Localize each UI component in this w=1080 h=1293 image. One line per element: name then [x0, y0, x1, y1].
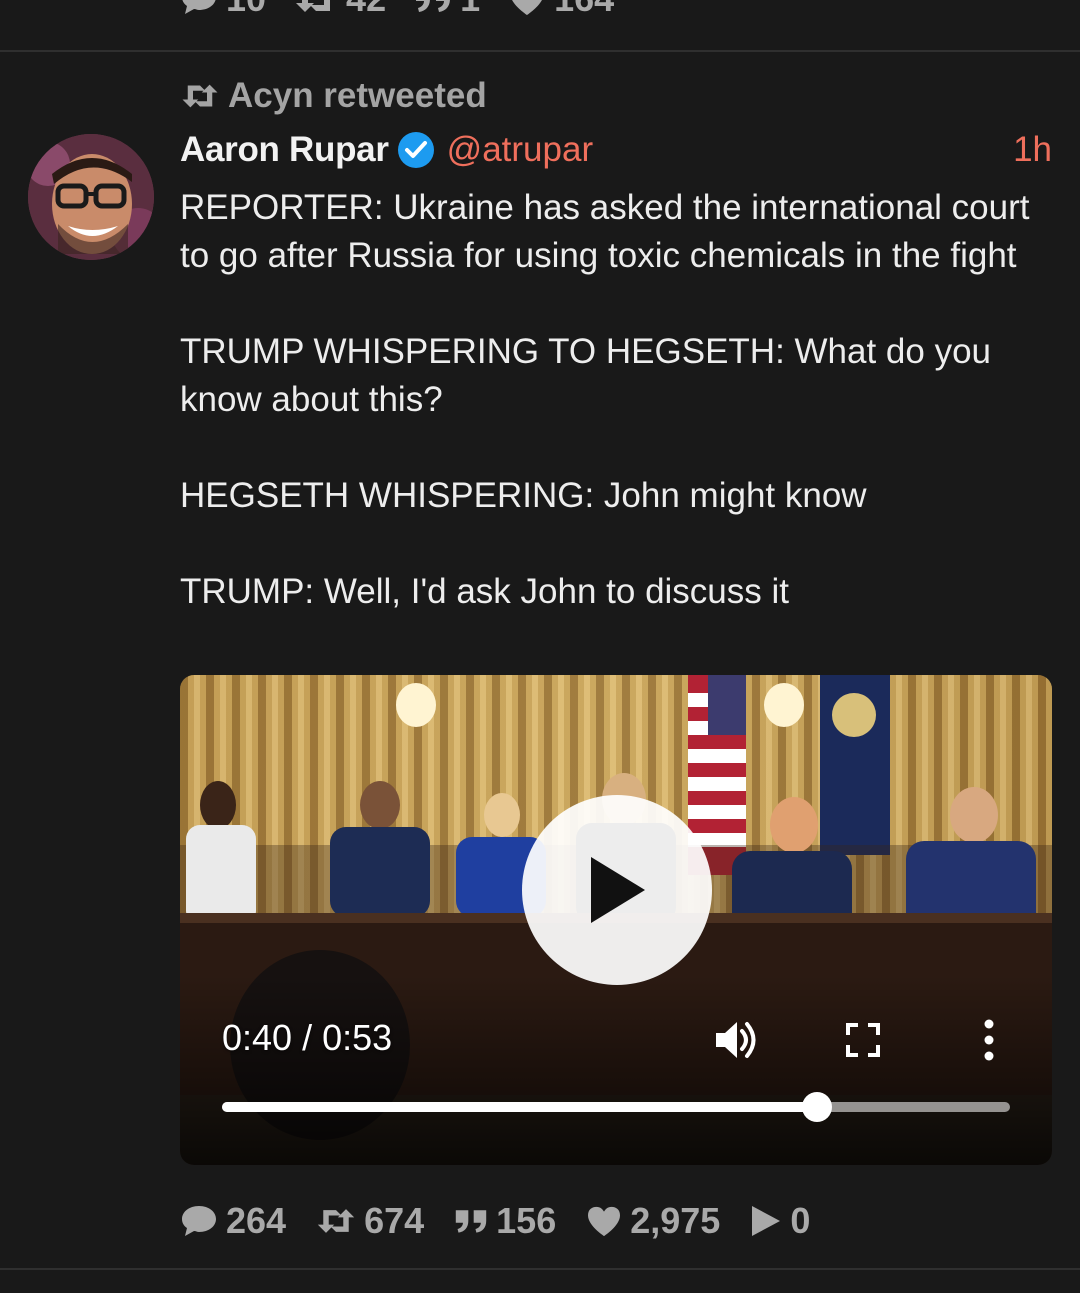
quote-icon: [416, 0, 451, 12]
video-scrubber-handle[interactable]: [801, 1092, 832, 1122]
retweet-count: 674: [364, 1200, 425, 1241]
tweet-body: REPORTER: Ukraine has asked the internat…: [180, 184, 1060, 616]
previous-reply-count-label: 10: [226, 0, 266, 20]
tweet-timestamp[interactable]: 1h: [1013, 130, 1052, 170]
tweet-header: Aaron Rupar @atrupar 1h: [180, 126, 1052, 174]
retweeted-by-label: Acyn retweeted: [228, 76, 487, 115]
timeline: 10 42 1 164 Acyn retweeted: [0, 0, 1080, 1293]
like-count: 2,975: [630, 1200, 721, 1241]
previous-quote-count-label: 1: [460, 0, 480, 20]
heart-icon: [588, 1206, 621, 1237]
previous-tweet-stats: 10 42 1 164: [0, 0, 1080, 52]
previous-quote-count[interactable]: 1: [414, 0, 480, 20]
tweet-paragraph: TRUMP WHISPERING TO HEGSETH: What do you…: [180, 332, 992, 419]
quote-count: 156: [496, 1200, 557, 1241]
quote-icon: [455, 1210, 487, 1233]
previous-reply-count[interactable]: 10: [180, 0, 266, 20]
retweet-icon: [296, 0, 331, 12]
reply-icon: [182, 1206, 216, 1236]
previous-retweet-count-label: 42: [346, 0, 386, 20]
author-handle[interactable]: @atrupar: [447, 130, 593, 170]
heart-icon: [512, 0, 542, 15]
verified-icon: [397, 132, 434, 168]
play-icon: [591, 857, 645, 923]
quote-button[interactable]: 156: [454, 1200, 556, 1242]
tweet-paragraph: TRUMP: Well, I'd ask John to discuss it: [180, 572, 789, 611]
video-progress-fill: [222, 1102, 817, 1112]
reply-button[interactable]: 264: [180, 1200, 286, 1242]
avatar[interactable]: [28, 134, 154, 260]
retweet-button[interactable]: 674: [316, 1200, 424, 1242]
more-vertical-icon[interactable]: [976, 1019, 1002, 1061]
volume-icon[interactable]: [714, 1019, 760, 1061]
tweet-paragraph: REPORTER: Ukraine has asked the internat…: [180, 188, 1030, 275]
previous-like-count-label: 164: [554, 0, 614, 20]
reply-icon: [182, 0, 216, 14]
tweet-stats: 264 674 156 2,975 0: [180, 1199, 840, 1243]
divider: [0, 1268, 1080, 1270]
author-name[interactable]: Aaron Rupar: [180, 130, 389, 170]
video-time-readout: 0:40 / 0:53: [222, 1017, 393, 1058]
views-button[interactable]: 0: [750, 1200, 810, 1242]
fullscreen-icon[interactable]: [846, 1023, 880, 1057]
video-progress-bar[interactable]: [222, 1092, 1010, 1122]
play-button[interactable]: [522, 795, 712, 985]
reply-count: 264: [226, 1200, 287, 1241]
view-count: 0: [790, 1200, 811, 1241]
like-button[interactable]: 2,975: [586, 1200, 720, 1242]
video-player[interactable]: 0:40 / 0:53: [180, 675, 1052, 1165]
retweet-icon: [317, 1209, 355, 1233]
retweeted-by[interactable]: Acyn retweeted: [180, 76, 487, 116]
previous-retweet-count[interactable]: 42: [294, 0, 386, 20]
views-icon: [752, 1206, 781, 1236]
tweet-paragraph: HEGSETH WHISPERING: John might know: [180, 476, 867, 515]
previous-like-count[interactable]: 164: [508, 0, 614, 20]
tweet[interactable]: Acyn retweeted Aaron Rupar @atrupar 1h R…: [0, 54, 1080, 1268]
retweet-icon: [182, 84, 218, 108]
